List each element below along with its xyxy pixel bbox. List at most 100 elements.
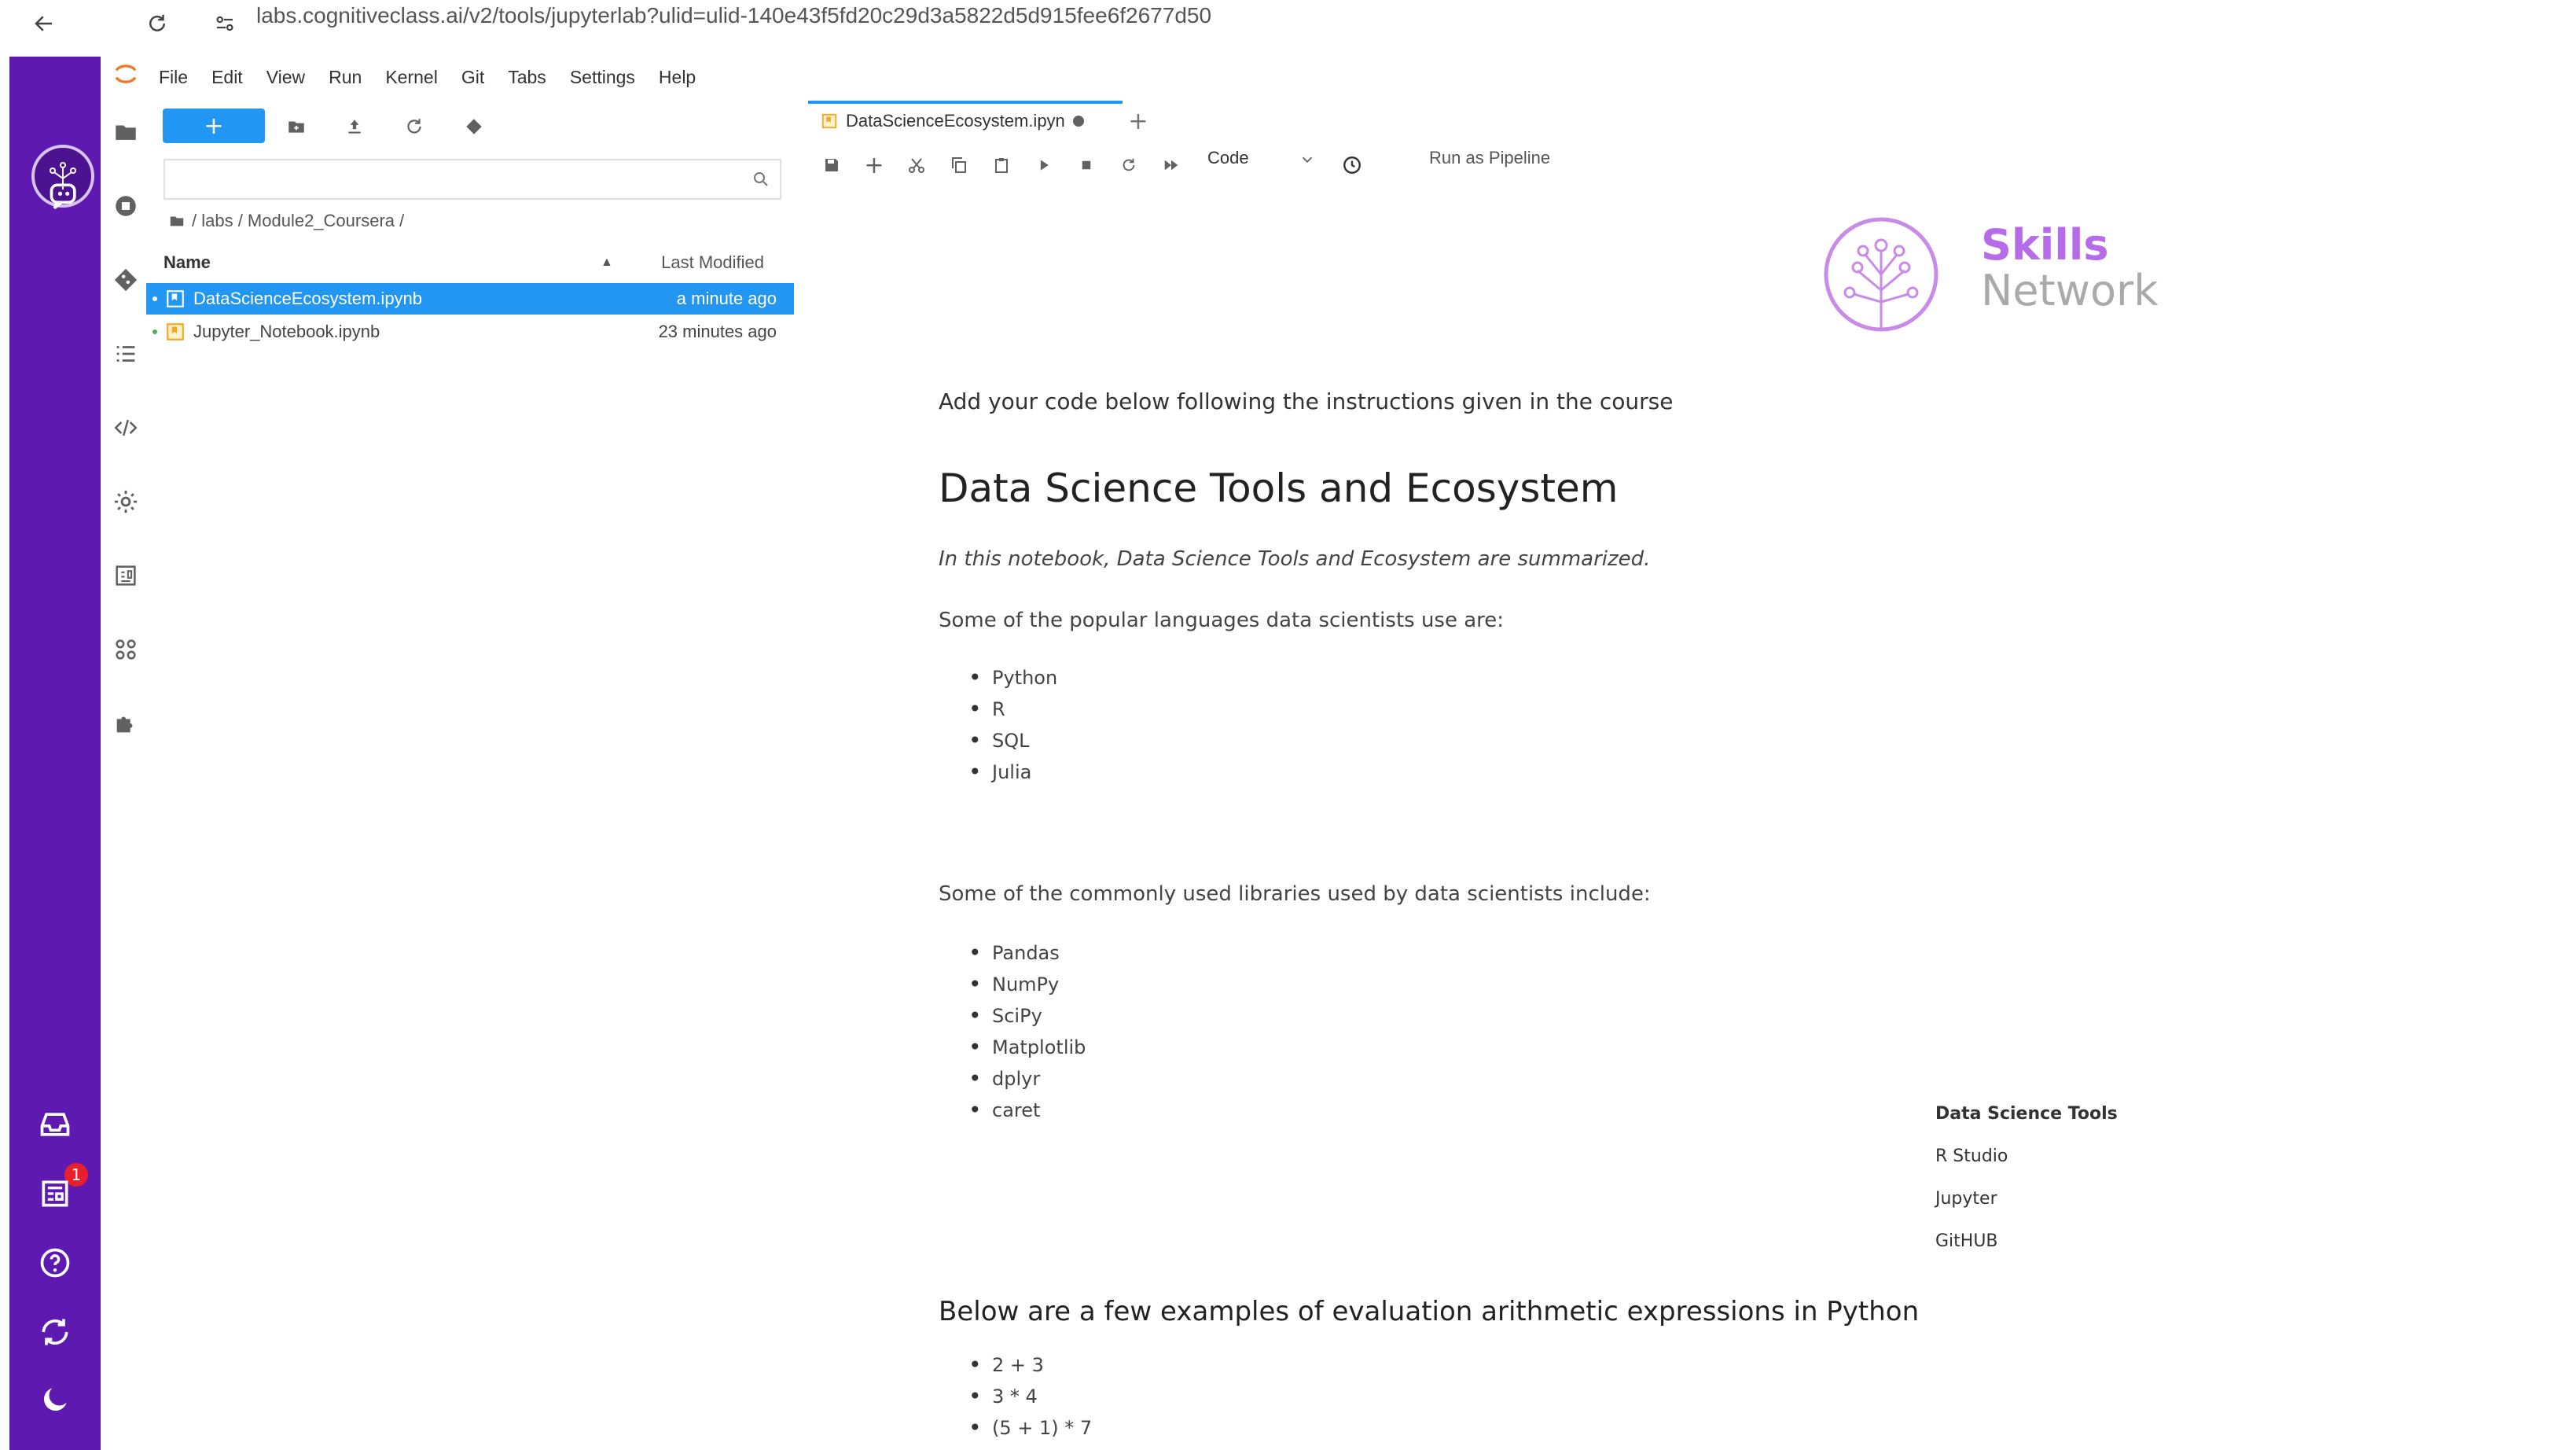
menu-view[interactable]: View xyxy=(266,67,305,88)
chat-bot-icon[interactable] xyxy=(42,175,86,219)
markdown-instructions: Add your code below following the instru… xyxy=(939,388,1674,414)
fast-forward-icon[interactable] xyxy=(1157,151,1185,179)
list-item: R xyxy=(968,694,1057,725)
table-of-contents-icon[interactable] xyxy=(108,337,143,371)
tab-label: DataScienceEcosystem.ipyn xyxy=(846,111,1065,131)
help-icon[interactable] xyxy=(33,1241,77,1285)
sort-ascending-icon: ▲ xyxy=(601,256,613,269)
list-item: SQL xyxy=(968,725,1057,756)
tab-datascienceecosystem[interactable]: DataScienceEcosystem.ipyn xyxy=(808,101,1123,138)
table-row: Jupyter xyxy=(1935,1189,1997,1209)
skills-network-tree-icon xyxy=(1822,215,1940,337)
unsaved-dot-icon[interactable] xyxy=(1072,116,1084,127)
breadcrumb-folder-icon[interactable] xyxy=(168,212,186,230)
news-icon[interactable] xyxy=(33,1172,77,1216)
url-bar[interactable]: labs.cognitiveclass.ai/v2/tools/jupyterl… xyxy=(256,3,1211,28)
menu-help[interactable]: Help xyxy=(659,67,696,88)
list-item: NumPy xyxy=(968,969,1086,1000)
breadcrumb: / labs / Module2_Coursera / xyxy=(168,211,404,231)
reload-icon[interactable] xyxy=(138,5,176,42)
browser-bar: labs.cognitiveclass.ai/v2/tools/jupyterl… xyxy=(0,0,2576,55)
running-dot-icon xyxy=(153,296,157,301)
back-arrow-icon[interactable] xyxy=(25,5,63,42)
list-item: (5 + 1) * 7 xyxy=(968,1412,1092,1444)
insert-cell-plus-icon[interactable]: + xyxy=(860,151,888,179)
settings-gear-icon[interactable] xyxy=(108,484,143,519)
skills-network-logo-text: Network xyxy=(1981,266,2159,315)
notebook-file-icon xyxy=(167,323,184,340)
new-launcher-button[interactable]: + xyxy=(163,109,265,143)
menu-tabs[interactable]: Tabs xyxy=(508,67,546,88)
paste-icon[interactable] xyxy=(987,151,1016,179)
new-folder-icon[interactable] xyxy=(283,113,310,140)
dark-mode-moon-icon[interactable] xyxy=(33,1378,77,1422)
list-item: 3 * 4 xyxy=(968,1381,1092,1412)
notebook-file-icon xyxy=(167,290,184,307)
list-item: dplyr xyxy=(968,1063,1086,1095)
menu-run[interactable]: Run xyxy=(329,67,362,88)
new-tab-plus-icon[interactable]: + xyxy=(1123,105,1154,137)
menu-bar: File Edit View Run Kernel Git Tabs Setti… xyxy=(151,60,719,94)
list-item: Python xyxy=(968,662,1057,694)
puzzle-piece-icon[interactable] xyxy=(108,706,143,741)
copy-icon[interactable] xyxy=(945,151,973,179)
table-row: GitHUB xyxy=(1935,1231,1998,1251)
run-as-pipeline-button[interactable]: Run as Pipeline xyxy=(1429,148,1550,168)
extensions-grid-icon[interactable] xyxy=(108,632,143,667)
notebook-title: Data Science Tools and Ecosystem xyxy=(939,466,1619,511)
running-dot-icon xyxy=(153,329,157,334)
folder-icon[interactable] xyxy=(108,115,143,149)
list-item: Pandas xyxy=(968,937,1086,969)
expressions-list: 2 + 3 3 * 4 (5 + 1) * 7 xyxy=(968,1349,1092,1444)
breadcrumb-path[interactable]: / labs / Module2_Coursera / xyxy=(192,211,404,231)
running-sessions-icon[interactable] xyxy=(108,189,143,223)
menu-settings[interactable]: Settings xyxy=(570,67,635,88)
site-settings-icon[interactable] xyxy=(206,5,244,42)
menu-edit[interactable]: Edit xyxy=(211,67,243,88)
examples-heading: Below are a few examples of evaluation a… xyxy=(939,1296,1920,1327)
git-clone-icon[interactable] xyxy=(461,113,487,140)
clock-icon[interactable] xyxy=(1338,151,1366,179)
code-snippets-icon[interactable] xyxy=(108,410,143,445)
menu-kernel[interactable]: Kernel xyxy=(385,67,437,88)
chevron-down-icon[interactable] xyxy=(1299,151,1316,171)
notebook-tab-icon xyxy=(821,113,837,129)
file-browser-panel: + / labs / Module2_Coursera / Name ▲ Las… xyxy=(146,94,799,1450)
sync-icon[interactable] xyxy=(33,1310,77,1354)
libraries-intro: Some of the commonly used libraries used… xyxy=(939,882,1651,906)
jupyter-logo-icon xyxy=(108,57,143,91)
git-icon[interactable] xyxy=(108,263,143,297)
cell-type-select[interactable]: Code xyxy=(1207,148,1249,168)
column-header-name[interactable]: Name xyxy=(164,252,211,273)
property-inspector-icon[interactable] xyxy=(108,558,143,593)
run-cell-icon[interactable] xyxy=(1030,151,1058,179)
list-item: 2 + 3 xyxy=(968,1349,1092,1381)
restart-kernel-icon[interactable] xyxy=(1115,151,1143,179)
inbox-icon[interactable] xyxy=(33,1102,77,1146)
stop-kernel-icon[interactable] xyxy=(1072,151,1101,179)
menu-file[interactable]: File xyxy=(159,67,188,88)
upload-icon[interactable] xyxy=(341,113,368,140)
column-header-last-modified[interactable]: Last Modified xyxy=(661,252,764,273)
file-row-datascienceecosystem[interactable]: DataScienceEcosystem.ipynb a minute ago xyxy=(146,283,794,315)
file-name: Jupyter_Notebook.ipynb xyxy=(193,322,380,341)
refresh-icon[interactable] xyxy=(401,113,428,140)
file-list-header: Name ▲ Last Modified xyxy=(164,247,781,278)
table-row: R Studio xyxy=(1935,1146,2008,1166)
libraries-list: Pandas NumPy SciPy Matplotlib dplyr care… xyxy=(968,937,1086,1126)
list-item: Julia xyxy=(968,756,1057,788)
list-item: SciPy xyxy=(968,1000,1086,1032)
markdown-intro: In this notebook, Data Science Tools and… xyxy=(939,547,1651,571)
notebook-panel: DataScienceEcosystem.ipyn + + Code Run a… xyxy=(799,94,2576,1450)
languages-list: Python R SQL Julia xyxy=(968,662,1057,788)
file-modified: 23 minutes ago xyxy=(658,322,777,341)
file-filter-input[interactable] xyxy=(164,159,781,200)
save-icon[interactable] xyxy=(818,151,846,179)
data-science-tools-table: Data Science Tools R Studio Jupyter GitH… xyxy=(1935,1093,2118,1263)
table-header: Data Science Tools xyxy=(1935,1104,2118,1124)
notebook-content: Skills Network Add your code below follo… xyxy=(799,189,2576,1450)
cut-icon[interactable] xyxy=(902,151,931,179)
menu-git[interactable]: Git xyxy=(461,67,484,88)
list-item: caret xyxy=(968,1095,1086,1126)
file-row-jupyter-notebook[interactable]: Jupyter_Notebook.ipynb 23 minutes ago xyxy=(146,316,794,348)
